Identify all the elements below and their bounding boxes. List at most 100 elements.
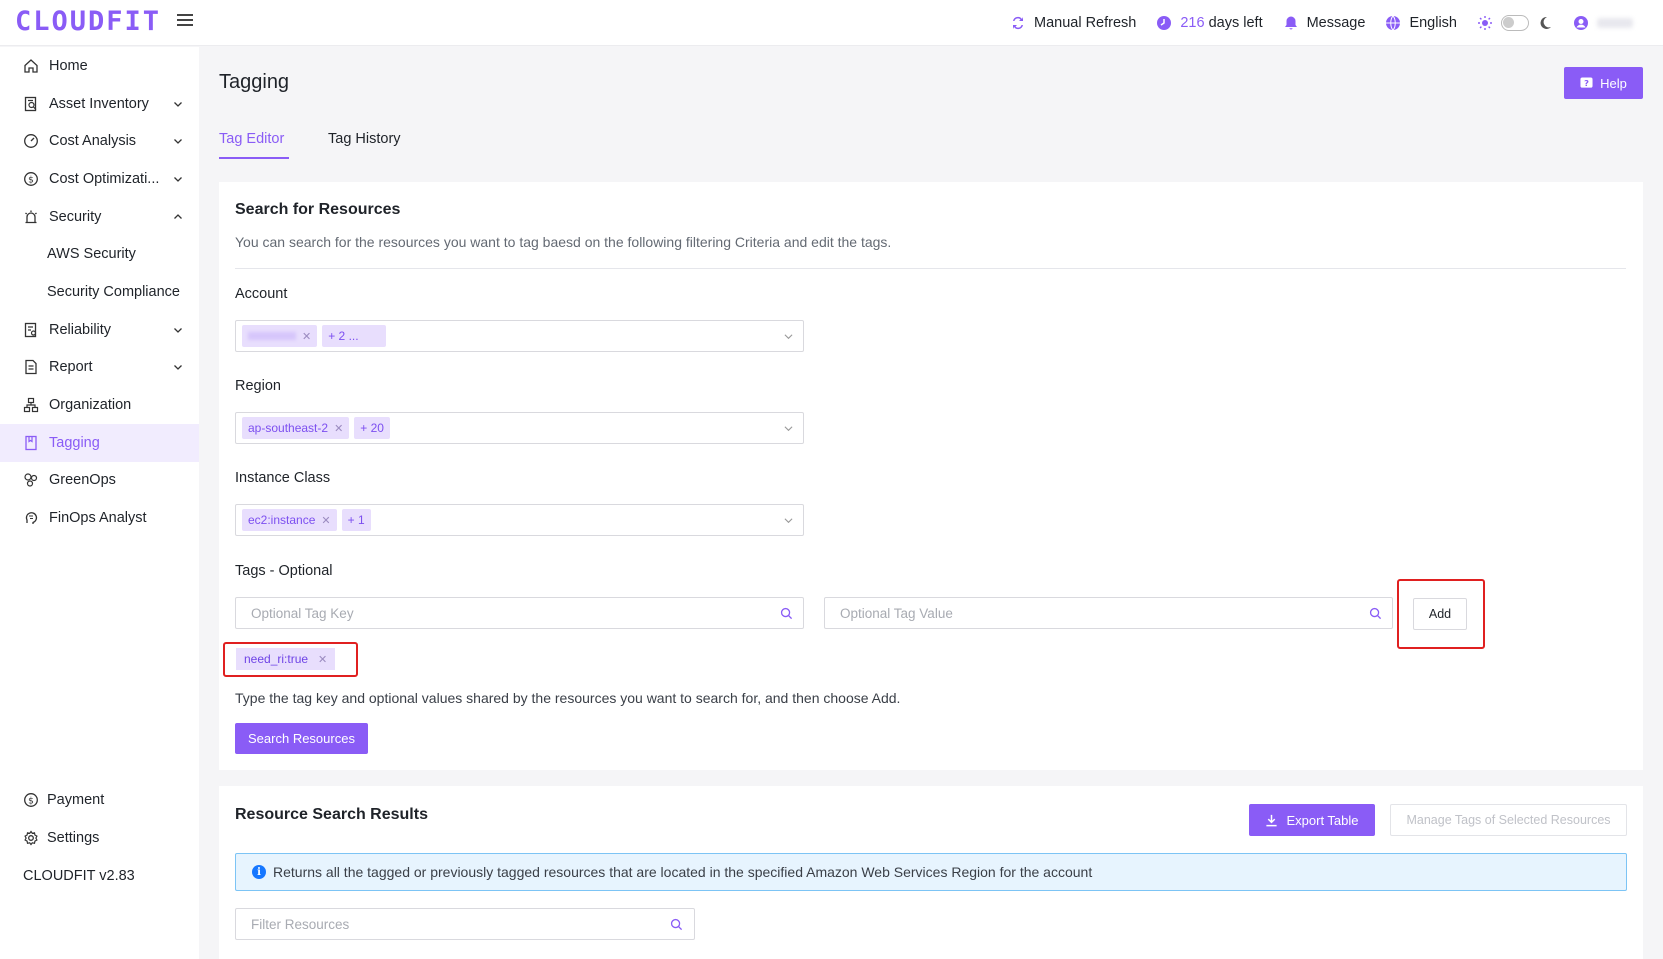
sidebar-item-finops-analyst[interactable]: FinOps Analyst bbox=[0, 499, 199, 537]
region-chip[interactable]: ap-southeast-2 ✕ bbox=[242, 417, 350, 439]
user-name-redacted bbox=[1597, 18, 1633, 28]
message-button[interactable]: Message bbox=[1283, 15, 1365, 31]
clock-icon bbox=[1157, 16, 1172, 30]
sidebar-item-label: Settings bbox=[47, 830, 100, 846]
gear-icon bbox=[24, 830, 38, 846]
sidebar-item-cost-optimization[interactable]: $ Cost Optimizati... bbox=[0, 160, 199, 198]
tab-tag-editor[interactable]: Tag Editor bbox=[219, 131, 284, 147]
alarm-icon bbox=[25, 210, 37, 224]
brain-icon bbox=[25, 512, 38, 524]
sidebar: Home Asset Inventory Cost Analysis $ Cos… bbox=[0, 47, 199, 959]
tags-hint: Type the tag key and optional values sha… bbox=[235, 690, 901, 706]
theme-toggle[interactable] bbox=[1501, 15, 1529, 31]
region-select[interactable]: ap-southeast-2 ✕ + 20 bbox=[235, 412, 804, 444]
sidebar-item-label: Security Compliance bbox=[47, 284, 180, 300]
moon-icon bbox=[1540, 16, 1551, 29]
tab-tag-history[interactable]: Tag History bbox=[328, 131, 401, 147]
chevron-down-icon bbox=[174, 328, 182, 333]
app-logo[interactable]: CLOUDFIT bbox=[15, 6, 161, 37]
search-icon bbox=[780, 607, 793, 620]
sidebar-item-organization[interactable]: Organization bbox=[0, 386, 199, 424]
sidebar-item-label: Organization bbox=[49, 397, 132, 413]
section-divider bbox=[235, 268, 1626, 269]
license-days-left[interactable]: 216 days left bbox=[1156, 15, 1263, 31]
sidebar-item-cost-analysis[interactable]: Cost Analysis bbox=[0, 122, 199, 160]
tag-key-input[interactable] bbox=[235, 597, 804, 629]
dollar-icon: $ bbox=[24, 172, 38, 186]
menu-toggle-icon[interactable] bbox=[177, 14, 193, 28]
app-version: CLOUDFIT v2.83 bbox=[0, 857, 199, 895]
sidebar-item-label: Reliability bbox=[49, 322, 112, 338]
org-chart-icon bbox=[23, 397, 39, 413]
sidebar-item-label: Cost Optimizati... bbox=[49, 171, 160, 187]
manage-tags-button[interactable]: Manage Tags of Selected Resources bbox=[1390, 804, 1627, 836]
highlight-selected-tag bbox=[223, 642, 358, 677]
instance-class-chip[interactable]: ec2:instance ✕ bbox=[242, 509, 337, 531]
download-icon bbox=[1266, 814, 1278, 826]
sidebar-item-tagging[interactable]: Tagging bbox=[0, 424, 199, 462]
export-label: Export Table bbox=[1286, 812, 1359, 828]
sidebar-item-settings[interactable]: Settings bbox=[0, 819, 199, 857]
info-text: Returns all the tagged or previously tag… bbox=[273, 864, 1093, 880]
remove-chip-icon[interactable]: ✕ bbox=[334, 422, 343, 435]
account-chip[interactable]: ✕ bbox=[242, 325, 318, 347]
help-button[interactable]: ? Help bbox=[1564, 67, 1643, 99]
language-label: English bbox=[1409, 15, 1457, 31]
globe-icon bbox=[1386, 15, 1401, 31]
theme-switch[interactable] bbox=[1477, 15, 1553, 31]
manual-refresh-button[interactable]: Manual Refresh bbox=[1010, 15, 1136, 31]
svg-text:$: $ bbox=[28, 175, 34, 185]
user-avatar-icon bbox=[1574, 16, 1588, 30]
chevron-down-icon bbox=[784, 426, 793, 432]
tag-value-input[interactable] bbox=[824, 597, 1393, 629]
sidebar-item-label: Payment bbox=[47, 792, 105, 808]
chevron-down-icon bbox=[174, 177, 182, 182]
manual-refresh-label: Manual Refresh bbox=[1034, 15, 1137, 31]
version-label: CLOUDFIT v2.83 bbox=[23, 868, 135, 884]
export-table-button[interactable]: Export Table bbox=[1249, 804, 1375, 836]
filter-resources-input[interactable] bbox=[235, 908, 695, 940]
account-id-redacted bbox=[248, 332, 296, 340]
inventory-icon bbox=[24, 96, 37, 112]
sidebar-item-security-compliance[interactable]: Security Compliance bbox=[0, 273, 199, 311]
region-more-chip: + 20 bbox=[354, 417, 390, 439]
sidebar-item-label: Home bbox=[49, 58, 88, 74]
sidebar-item-payment[interactable]: $ Payment bbox=[0, 781, 199, 819]
account-label: Account bbox=[235, 286, 288, 302]
info-banner: i Returns all the tagged or previously t… bbox=[235, 853, 1627, 891]
instance-class-select[interactable]: ec2:instance ✕ + 1 bbox=[235, 504, 804, 536]
document-check-icon bbox=[24, 322, 37, 338]
chevron-down-icon bbox=[174, 139, 182, 144]
sidebar-item-security[interactable]: Security bbox=[0, 198, 199, 236]
user-menu[interactable] bbox=[1573, 15, 1633, 31]
region-label: Region bbox=[235, 378, 281, 394]
search-section-title: Search for Resources bbox=[235, 201, 401, 218]
chevron-up-icon bbox=[174, 214, 182, 219]
sidebar-item-label: Tagging bbox=[49, 435, 100, 451]
remove-chip-icon[interactable]: ✕ bbox=[302, 330, 311, 343]
days-left-label: days left bbox=[1208, 15, 1263, 31]
search-resources-button[interactable]: Search Resources bbox=[235, 723, 368, 754]
sidebar-item-reliability[interactable]: Reliability bbox=[0, 311, 199, 349]
remove-chip-icon[interactable]: ✕ bbox=[321, 514, 330, 527]
report-icon bbox=[25, 359, 37, 375]
svg-text:$: $ bbox=[28, 796, 34, 806]
tags-label: Tags - Optional bbox=[235, 563, 333, 579]
question-icon: ? bbox=[1580, 76, 1593, 87]
account-more-chip: + 2 ... bbox=[322, 325, 387, 347]
sidebar-item-label: FinOps Analyst bbox=[49, 510, 147, 526]
sidebar-item-home[interactable]: Home bbox=[0, 47, 199, 85]
results-section-title: Resource Search Results bbox=[235, 806, 428, 823]
search-icon bbox=[1369, 607, 1382, 620]
account-select[interactable]: ✕ + 2 ... bbox=[235, 320, 804, 352]
sidebar-item-report[interactable]: Report bbox=[0, 348, 199, 386]
sidebar-item-label: AWS Security bbox=[47, 246, 136, 262]
chevron-down-icon bbox=[174, 102, 182, 107]
svg-text:?: ? bbox=[1584, 77, 1589, 87]
sidebar-item-aws-security[interactable]: AWS Security bbox=[0, 235, 199, 273]
sidebar-item-label: Asset Inventory bbox=[49, 96, 149, 112]
sidebar-item-asset-inventory[interactable]: Asset Inventory bbox=[0, 85, 199, 123]
info-icon: i bbox=[252, 865, 266, 879]
sidebar-item-greenops[interactable]: GreenOps bbox=[0, 461, 199, 499]
language-selector[interactable]: English bbox=[1385, 15, 1457, 31]
